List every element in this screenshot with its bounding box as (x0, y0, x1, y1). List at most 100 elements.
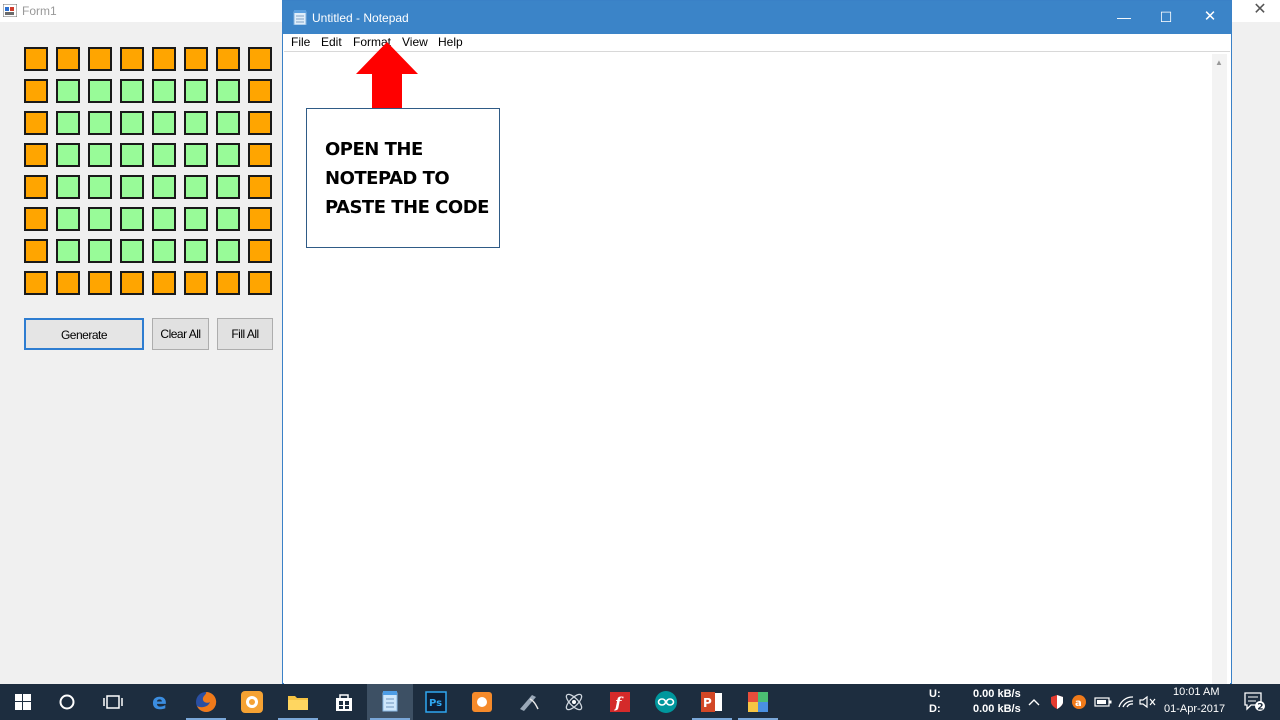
powerpoint-icon[interactable]: P (689, 684, 735, 720)
edge-browser-icon[interactable]: e (137, 684, 183, 720)
grid-cell[interactable] (184, 79, 208, 103)
grid-cell[interactable] (56, 207, 80, 231)
grid-cell[interactable] (152, 111, 176, 135)
grid-cell[interactable] (88, 175, 112, 199)
grid-cell[interactable] (88, 111, 112, 135)
grid-cell[interactable] (216, 111, 240, 135)
menu-file[interactable]: File (291, 35, 310, 49)
grid-cell[interactable] (248, 79, 272, 103)
windows-start-icon[interactable] (0, 684, 46, 720)
grid-cell[interactable] (216, 79, 240, 103)
maximize-button[interactable]: ☐ (1143, 1, 1189, 33)
battery-icon[interactable] (1092, 684, 1114, 720)
clear-all-button[interactable]: Clear All (152, 318, 209, 350)
grid-cell[interactable] (88, 79, 112, 103)
flash-icon[interactable]: f (597, 684, 643, 720)
show-hidden-icons-chevron-up-icon[interactable] (1024, 684, 1044, 720)
notepad-icon[interactable] (367, 684, 413, 720)
grid-cell[interactable] (184, 47, 208, 71)
grid-cell[interactable] (184, 175, 208, 199)
grid-cell[interactable] (152, 239, 176, 263)
grid-cell[interactable] (248, 111, 272, 135)
uc-browser-icon[interactable] (229, 684, 275, 720)
grid-cell[interactable] (248, 207, 272, 231)
avast-icon[interactable]: a (1068, 684, 1090, 720)
grid-cell[interactable] (216, 207, 240, 231)
grid-cell[interactable] (248, 271, 272, 295)
photoshop-icon[interactable]: Ps (413, 684, 459, 720)
grid-cell[interactable] (120, 47, 144, 71)
task-view-icon[interactable] (90, 684, 136, 720)
grid-cell[interactable] (56, 239, 80, 263)
generate-button[interactable]: Generate (24, 318, 144, 350)
grid-cell[interactable] (120, 207, 144, 231)
grid-cell[interactable] (184, 111, 208, 135)
grid-cell[interactable] (120, 271, 144, 295)
grid-cell[interactable] (56, 79, 80, 103)
grid-cell[interactable] (24, 271, 48, 295)
grid-cell[interactable] (248, 143, 272, 167)
app-atom-icon[interactable] (551, 684, 597, 720)
grid-cell[interactable] (120, 175, 144, 199)
grid-cell[interactable] (184, 143, 208, 167)
grid-cell[interactable] (184, 207, 208, 231)
shield-icon[interactable] (1046, 684, 1068, 720)
clock-time[interactable]: 10:01 AM (1173, 686, 1219, 698)
grid-cell[interactable] (152, 47, 176, 71)
grid-cell[interactable] (120, 239, 144, 263)
grid-cell[interactable] (24, 47, 48, 71)
app-orange-icon[interactable] (459, 684, 505, 720)
grid-cell[interactable] (56, 271, 80, 295)
app-colorful-icon[interactable] (735, 684, 781, 720)
menu-help[interactable]: Help (438, 35, 463, 49)
grid-cell[interactable] (152, 175, 176, 199)
grid-cell[interactable] (24, 239, 48, 263)
grid-cell[interactable] (24, 79, 48, 103)
firefox-icon[interactable] (183, 684, 229, 720)
grid-cell[interactable] (24, 111, 48, 135)
speaker-muted-icon[interactable] (1137, 684, 1159, 720)
grid-cell[interactable] (120, 79, 144, 103)
grid-cell[interactable] (152, 207, 176, 231)
minimize-button[interactable]: — (1101, 1, 1147, 33)
grid-cell[interactable] (24, 175, 48, 199)
grid-cell[interactable] (216, 239, 240, 263)
grid-cell[interactable] (24, 143, 48, 167)
grid-cell[interactable] (88, 271, 112, 295)
grid-cell[interactable] (152, 143, 176, 167)
grid-cell[interactable] (248, 239, 272, 263)
grid-cell[interactable] (216, 175, 240, 199)
grid-cell[interactable] (184, 271, 208, 295)
grid-cell[interactable] (24, 207, 48, 231)
grid-cell[interactable] (88, 143, 112, 167)
grid-cell[interactable] (152, 271, 176, 295)
grid-cell[interactable] (120, 143, 144, 167)
vertical-scrollbar[interactable]: ▲ (1212, 54, 1227, 686)
grid-cell[interactable] (56, 175, 80, 199)
grid-cell[interactable] (88, 47, 112, 71)
grid-cell[interactable] (248, 47, 272, 71)
clock-date[interactable]: 01-Apr-2017 (1164, 703, 1225, 715)
form1-close-button[interactable]: ✕ (1248, 0, 1272, 22)
grid-cell[interactable] (120, 111, 144, 135)
close-button[interactable]: ✕ (1187, 1, 1233, 33)
file-explorer-icon[interactable] (275, 684, 321, 720)
grid-cell[interactable] (184, 239, 208, 263)
scroll-up-arrow-icon[interactable]: ▲ (1215, 58, 1223, 67)
grid-cell[interactable] (56, 47, 80, 71)
grid-cell[interactable] (88, 207, 112, 231)
grid-cell[interactable] (56, 143, 80, 167)
notepad-titlebar[interactable]: Untitled - Notepad — ☐ ✕ (283, 1, 1231, 34)
grid-cell[interactable] (216, 143, 240, 167)
grid-cell[interactable] (216, 271, 240, 295)
store-icon[interactable] (321, 684, 367, 720)
fill-all-button[interactable]: Fill All (217, 318, 273, 350)
grid-cell[interactable] (56, 111, 80, 135)
grid-cell[interactable] (88, 239, 112, 263)
grid-cell[interactable] (152, 79, 176, 103)
wifi-icon[interactable] (1115, 684, 1137, 720)
grid-cell[interactable] (216, 47, 240, 71)
app-pen-icon[interactable] (505, 684, 551, 720)
grid-cell[interactable] (248, 175, 272, 199)
action-center-icon[interactable]: 2 (1232, 684, 1278, 720)
